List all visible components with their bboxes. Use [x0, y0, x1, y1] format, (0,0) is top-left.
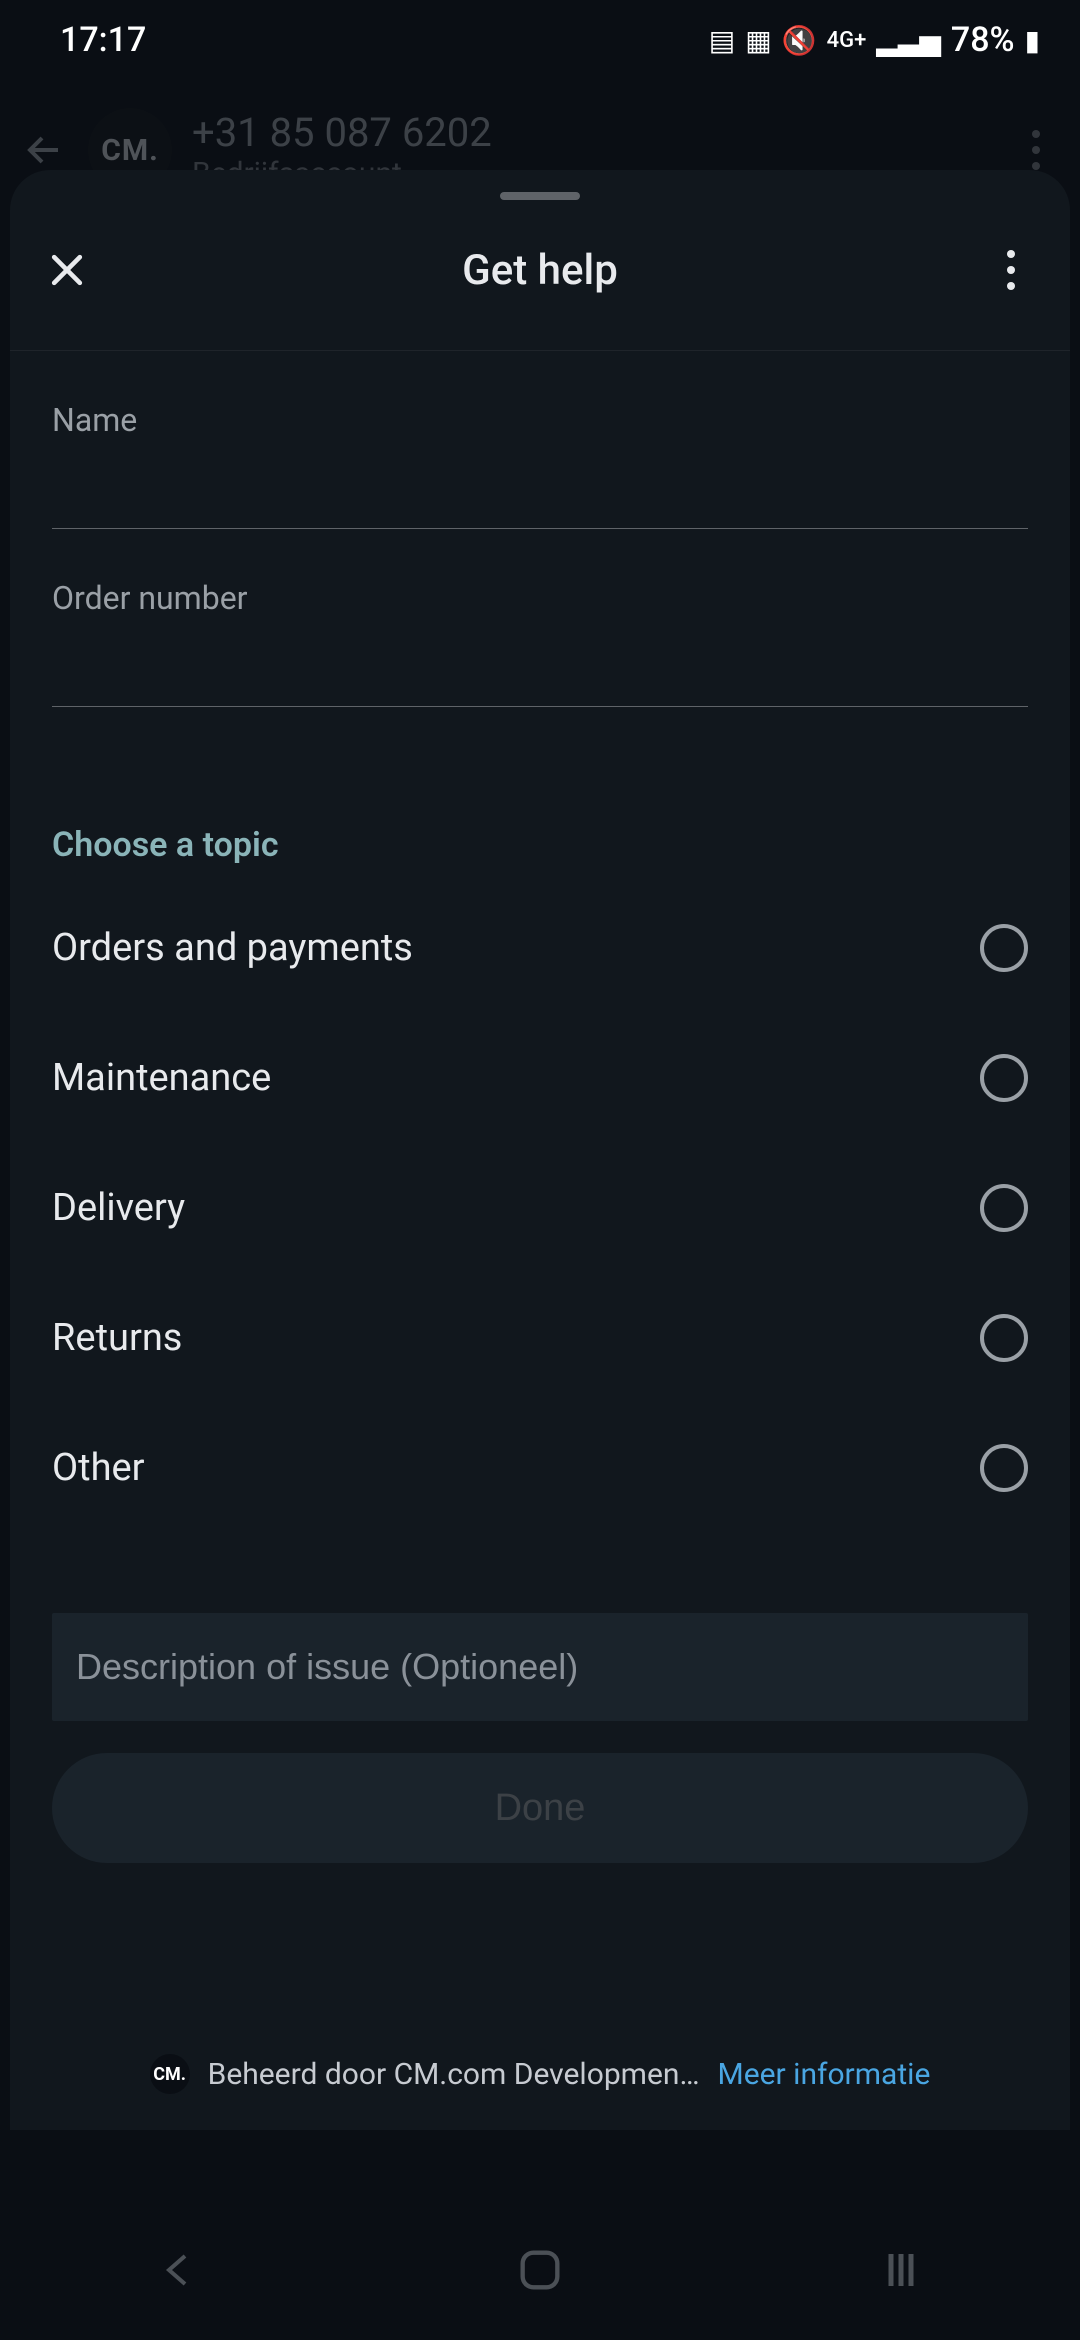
signal-icon: ▂▃▅	[876, 24, 941, 57]
sheet-title: Get help	[10, 246, 1070, 295]
sheet-body: Name Order number Choose a topic Orders …	[10, 350, 1070, 2130]
close-icon[interactable]	[45, 248, 89, 292]
order-label: Order number	[52, 579, 1028, 617]
status-right: ▤ ▦ 🔇 4G+ ▂▃▅ 78% ▮	[709, 20, 1040, 60]
nav-recent-icon[interactable]	[877, 2246, 925, 2294]
radio-icon	[980, 1444, 1028, 1492]
topic-maintenance[interactable]: Maintenance	[52, 1013, 1028, 1143]
name-field: Name	[52, 351, 1028, 529]
nav-back-icon[interactable]	[155, 2246, 203, 2294]
radio-icon	[980, 1184, 1028, 1232]
back-icon[interactable]	[20, 126, 68, 174]
footer-logo-icon: CM.	[150, 2054, 190, 2094]
topic-label: Delivery	[52, 1186, 185, 1230]
topic-delivery[interactable]: Delivery	[52, 1143, 1028, 1273]
topic-other[interactable]: Other	[52, 1403, 1028, 1533]
help-sheet: Get help Name Order number Choose a topi…	[10, 170, 1070, 2130]
more-icon[interactable]	[1012, 126, 1060, 174]
status-bar: 17:17 ▤ ▦ 🔇 4G+ ▂▃▅ 78% ▮	[0, 0, 1080, 80]
network-type: 4G+	[827, 28, 867, 53]
topic-label: Orders and payments	[52, 926, 413, 970]
chat-title: +31 85 087 6202	[192, 109, 492, 156]
battery-percent: 78%	[951, 20, 1015, 60]
sheet-more-icon[interactable]	[987, 246, 1035, 294]
topic-label: Maintenance	[52, 1056, 271, 1100]
radio-icon	[980, 1054, 1028, 1102]
nav-home-icon[interactable]	[514, 2244, 566, 2296]
radio-icon	[980, 1314, 1028, 1362]
topic-returns[interactable]: Returns	[52, 1273, 1028, 1403]
status-time: 17:17	[60, 20, 146, 60]
name-label: Name	[52, 401, 1028, 439]
footer-link[interactable]: Meer informatie	[718, 2057, 931, 2092]
order-field: Order number	[52, 529, 1028, 707]
sim-icon: ▦	[745, 24, 771, 57]
done-button[interactable]: Done	[52, 1753, 1028, 1863]
mute-icon: 🔇	[782, 24, 817, 57]
description-input[interactable]	[52, 1613, 1028, 1721]
radio-icon	[980, 924, 1028, 972]
topic-label: Other	[52, 1446, 145, 1490]
order-input[interactable]	[52, 627, 1028, 707]
name-input[interactable]	[52, 449, 1028, 529]
topic-heading: Choose a topic	[52, 825, 1028, 865]
topic-label: Returns	[52, 1316, 182, 1360]
footer-text: Beheerd door CM.com Developmen…	[208, 2057, 700, 2092]
sheet-header: Get help	[10, 210, 1070, 330]
card-icon: ▤	[709, 24, 735, 57]
drag-handle[interactable]	[500, 192, 580, 200]
managed-footer: CM. Beheerd door CM.com Developmen… Meer…	[10, 2054, 1070, 2094]
battery-icon: ▮	[1025, 24, 1040, 57]
topic-orders-payments[interactable]: Orders and payments	[52, 883, 1028, 1013]
nav-bar	[0, 2200, 1080, 2340]
